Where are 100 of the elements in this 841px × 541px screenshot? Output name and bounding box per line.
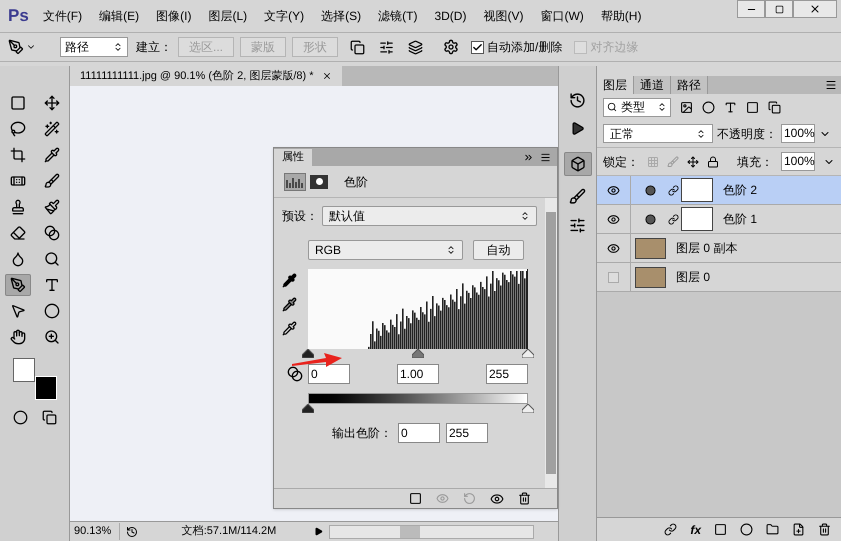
document-size: 文档:57.1M/114.2M <box>180 524 278 540</box>
panel-tab[interactable]: 通道 <box>634 76 671 94</box>
auto-button[interactable]: 自动 <box>473 240 524 260</box>
hand-icon <box>10 329 26 345</box>
slider-thumb[interactable] <box>522 349 534 358</box>
foreground-color-swatch[interactable] <box>12 358 34 382</box>
document-tab[interactable]: 11111111111.jpg @ 90.1% (色阶 2, 图层蒙版/8) * <box>70 66 342 86</box>
delete-icon[interactable] <box>818 523 831 536</box>
smart-object-filter-icon[interactable] <box>768 100 781 114</box>
app-logo: Ps <box>8 5 29 28</box>
folder-icon[interactable] <box>766 523 779 536</box>
new-layer-icon[interactable] <box>792 523 805 536</box>
slider-thumb[interactable] <box>302 349 314 358</box>
filter-dropdown[interactable]: 类型 <box>603 98 671 116</box>
output-levels-label: 输出色阶： <box>332 425 392 442</box>
settings-icon[interactable] <box>443 39 460 55</box>
brush-presets-icon[interactable] <box>569 188 586 205</box>
menu-item[interactable]: 图像(I) <box>156 7 192 25</box>
layer-row[interactable]: 色阶 2 <box>597 176 841 205</box>
opacity-label: 不透明度： <box>717 126 777 142</box>
maximize-button[interactable] <box>765 0 793 18</box>
path-operations-icon[interactable] <box>350 40 366 54</box>
path-arrangement-icon[interactable] <box>408 40 424 54</box>
lock-all-icon[interactable] <box>707 156 719 168</box>
adjustment-icon[interactable] <box>740 523 753 536</box>
menu-item[interactable]: 选择(S) <box>321 7 362 25</box>
opacity-field[interactable]: 100% <box>781 124 815 143</box>
panel-menu-icon[interactable] <box>540 152 551 163</box>
menu-item[interactable]: 3D(D) <box>434 7 466 25</box>
layer-style-button[interactable]: fx <box>690 520 701 538</box>
marquee-icon <box>10 95 26 111</box>
input-field[interactable]: 1.00 <box>397 364 439 384</box>
droplet-icon <box>10 251 26 267</box>
checkbox[interactable] <box>471 40 484 54</box>
layer-name: 色阶 1 <box>723 211 758 228</box>
close-button[interactable] <box>793 0 837 18</box>
visibility-toggle[interactable] <box>608 272 619 282</box>
properties-panel-icon[interactable] <box>564 152 592 176</box>
history-panel-icon[interactable] <box>569 92 586 109</box>
eyedropper-icon[interactable] <box>282 297 297 312</box>
magic-wand-icon <box>44 121 60 137</box>
preset-dropdown[interactable]: 默认值 <box>322 206 537 226</box>
panel-tab[interactable]: 图层 <box>597 76 634 94</box>
adjustment-filter-icon[interactable] <box>702 100 715 114</box>
layer-row[interactable]: 图层 0 <box>597 263 841 292</box>
horizontal-scrollbar[interactable] <box>329 524 534 538</box>
visibility-icon[interactable] <box>607 184 620 196</box>
pixel-filter-icon[interactable] <box>680 100 693 114</box>
collapse-icon[interactable] <box>523 152 534 163</box>
visibility-icon[interactable] <box>607 212 620 226</box>
menu-item[interactable]: 图层(L) <box>208 7 248 25</box>
visibility-icon[interactable] <box>607 242 620 254</box>
slider-thumb[interactable] <box>302 404 314 413</box>
eyedropper-icon[interactable] <box>282 321 297 336</box>
levels-icon[interactable] <box>284 172 306 190</box>
output-field[interactable]: 255 <box>446 423 488 443</box>
panel-menu-icon[interactable] <box>825 79 837 91</box>
mask-icon[interactable] <box>310 174 328 188</box>
checkbox-label: 自动添加/删除 <box>487 39 562 56</box>
visibility-icon[interactable] <box>490 492 504 506</box>
output-field[interactable]: 0 <box>398 423 440 443</box>
menu-item[interactable]: 视图(V) <box>483 7 524 25</box>
background-color-swatch[interactable] <box>34 376 56 400</box>
menu-item[interactable]: 文字(Y) <box>264 7 304 25</box>
eyedropper-icon[interactable] <box>282 273 297 288</box>
lock-position-icon[interactable] <box>687 156 699 168</box>
tool-button[interactable] <box>4 274 30 296</box>
clip-to-layer-icon[interactable] <box>409 492 422 505</box>
delete-icon[interactable] <box>518 492 531 505</box>
fill-label: 填充： <box>737 154 773 170</box>
input-field[interactable]: 255 <box>486 364 528 384</box>
menu-item[interactable]: 编辑(E) <box>99 7 140 25</box>
mode-dropdown[interactable]: 路径 <box>60 37 128 57</box>
panel-tab[interactable]: 路径 <box>671 76 708 94</box>
menu-item[interactable]: 文件(F) <box>42 7 82 25</box>
layer-row[interactable]: 图层 0 副本 <box>597 234 841 263</box>
shape-filter-icon[interactable] <box>746 100 759 114</box>
panel-tab[interactable]: 属性 <box>274 149 312 166</box>
brush-settings-icon[interactable] <box>569 217 586 234</box>
vertical-scrollbar[interactable] <box>545 198 557 488</box>
menu-item[interactable]: 窗口(W) <box>540 7 584 25</box>
fill-field[interactable]: 100% <box>781 152 815 171</box>
menu-item[interactable]: 滤镜(T) <box>378 7 418 25</box>
channel-dropdown[interactable]: RGB <box>308 240 463 260</box>
path-alignment-icon[interactable] <box>379 40 394 54</box>
caret-icon <box>520 211 530 221</box>
layer-row[interactable]: 色阶 1 <box>597 205 841 234</box>
type-filter-icon[interactable] <box>724 100 737 114</box>
link-layers-icon[interactable] <box>664 523 678 536</box>
screen-mode-icon[interactable] <box>42 410 56 425</box>
status-menu-icon[interactable] <box>314 527 323 536</box>
slider-thumb[interactable] <box>522 404 534 413</box>
actions-panel-icon[interactable] <box>570 121 585 136</box>
menu-item[interactable]: 帮助(H) <box>600 7 642 25</box>
add-mask-icon[interactable] <box>714 523 727 536</box>
blend-mode-dropdown[interactable]: 正常 <box>603 124 713 143</box>
quick-mask-icon[interactable] <box>12 410 28 425</box>
zoom-level: 90.13% <box>70 523 120 540</box>
input-field[interactable]: 0 <box>308 364 350 384</box>
ellipse-icon <box>44 303 60 319</box>
